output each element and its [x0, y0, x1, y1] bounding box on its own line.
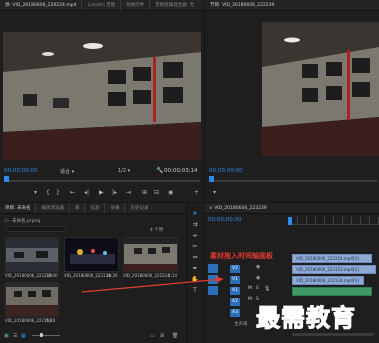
drag-arrow [81, 276, 224, 293]
watermark: 最需教育 [256, 303, 356, 333]
